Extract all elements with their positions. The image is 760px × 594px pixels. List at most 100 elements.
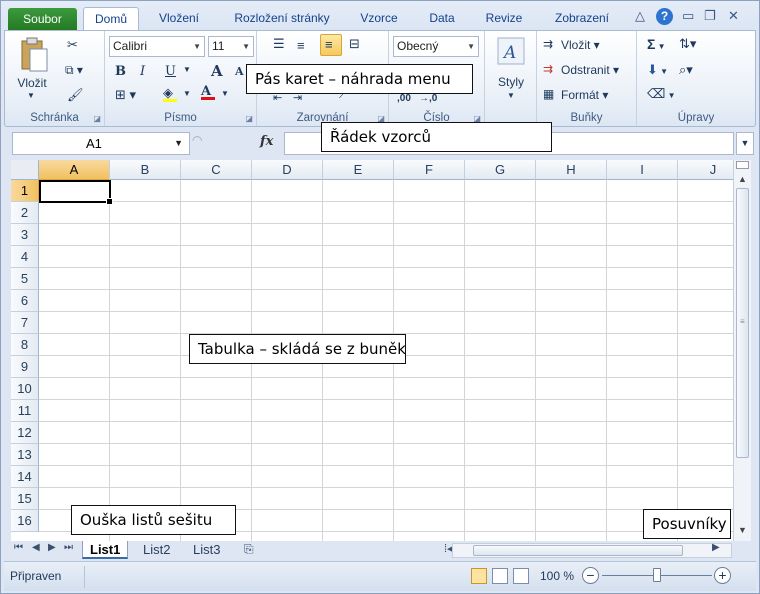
new-sheet-icon[interactable]: ⎘ — [244, 542, 254, 557]
styles-dropdown-icon[interactable]: ▼ — [507, 91, 515, 100]
align-bottom-button[interactable]: ≡ — [320, 34, 342, 56]
active-cell-a1[interactable] — [39, 180, 113, 205]
insert-function-button[interactable]: fx — [260, 134, 273, 149]
row-header-10[interactable]: 10 — [11, 378, 39, 400]
column-header-g[interactable]: G — [465, 160, 536, 180]
column-header-e[interactable]: E — [323, 160, 394, 180]
sheet-tab-list1[interactable]: List1 — [82, 541, 129, 559]
next-sheet-icon[interactable]: ▶ — [48, 542, 56, 553]
column-header-h[interactable]: H — [536, 160, 607, 180]
clear-icon[interactable]: ⌫ ▼ — [647, 86, 676, 102]
row-header-6[interactable]: 6 — [11, 290, 39, 312]
minimize-icon[interactable]: ▭ — [682, 8, 694, 24]
font-size-combo[interactable]: 11 ▼ — [208, 36, 254, 57]
tab-file[interactable]: Soubor — [8, 8, 77, 30]
borders-icon[interactable]: ⊞ ▾ — [115, 87, 136, 103]
prev-sheet-icon[interactable]: ◀ — [32, 542, 40, 553]
row-header-1[interactable]: 1 — [11, 180, 39, 202]
tab-formulas[interactable]: Vzorce — [353, 7, 405, 31]
scroll-down-icon[interactable]: ▼ — [734, 525, 751, 539]
last-sheet-icon[interactable]: ⏭ — [64, 542, 73, 553]
row-header-12[interactable]: 12 — [11, 422, 39, 444]
tab-data[interactable]: Data — [421, 7, 463, 31]
row-header-4[interactable]: 4 — [11, 246, 39, 268]
scroll-right-icon[interactable]: ▶ — [712, 542, 720, 553]
sheet-tab-list3[interactable]: List3 — [186, 541, 227, 559]
underline-button[interactable]: U — [165, 64, 176, 79]
select-all-corner[interactable] — [11, 160, 39, 180]
zoom-out-button[interactable]: − — [582, 567, 599, 584]
minimize-ribbon-icon[interactable]: △ — [635, 8, 645, 24]
format-cells-button[interactable]: Formát ▾ — [561, 88, 608, 102]
number-format-combo[interactable]: Obecný ▼ — [393, 36, 479, 57]
row-header-9[interactable]: 9 — [11, 356, 39, 378]
column-header-c[interactable]: C — [181, 160, 252, 180]
row-header-16[interactable]: 16 — [11, 510, 39, 532]
wrap-text-icon[interactable]: ⊟ — [349, 36, 360, 52]
font-color-dropdown-icon[interactable]: ▼ — [221, 89, 229, 98]
tab-home[interactable]: Domů — [83, 7, 139, 32]
paste-button[interactable]: Vložit — [13, 76, 51, 90]
horizontal-scrollbar[interactable] — [452, 543, 732, 558]
column-header-i[interactable]: I — [607, 160, 678, 180]
sheet-tab-list2[interactable]: List2 — [136, 541, 177, 559]
find-select-icon[interactable]: ⌕▾ — [679, 62, 693, 78]
row-header-14[interactable]: 14 — [11, 466, 39, 488]
split-box[interactable] — [736, 161, 749, 169]
font-color-icon[interactable]: A — [201, 84, 215, 100]
fill-color-icon[interactable]: ◈ — [163, 85, 177, 102]
delete-cells-button[interactable]: Odstranit ▾ — [561, 63, 619, 77]
grow-font-button[interactable]: A — [211, 62, 223, 80]
copy-icon[interactable]: ⧉ ▾ — [65, 63, 83, 78]
italic-button[interactable]: I — [140, 64, 145, 79]
row-header-15[interactable]: 15 — [11, 488, 39, 510]
vertical-scrollbar[interactable]: ▲ ≡ ▼ — [733, 160, 751, 541]
scroll-up-icon[interactable]: ▲ — [734, 172, 751, 186]
name-box[interactable]: A1 ▼ — [12, 132, 190, 155]
paste-icon[interactable] — [19, 37, 49, 73]
font-name-combo[interactable]: Calibri ▼ — [109, 36, 205, 57]
align-middle-icon[interactable]: ≡ — [297, 38, 305, 53]
normal-view-button[interactable] — [471, 568, 487, 584]
styles-button[interactable]: Styly — [489, 75, 533, 89]
restore-icon[interactable]: ❐ — [704, 8, 716, 24]
align-top-icon[interactable]: ☰ — [273, 36, 285, 52]
page-break-view-button[interactable] — [513, 568, 529, 584]
column-header-d[interactable]: D — [252, 160, 323, 180]
close-icon[interactable]: ✕ — [728, 8, 739, 24]
column-header-a[interactable]: A — [39, 160, 110, 180]
styles-icon[interactable]: A — [497, 37, 525, 65]
zoom-slider-thumb[interactable] — [653, 568, 661, 582]
zoom-level[interactable]: 100 % — [540, 569, 574, 583]
help-icon[interactable]: ? — [656, 8, 673, 25]
cut-icon[interactable]: ✂ — [67, 37, 78, 53]
tab-page-layout[interactable]: Rozložení stránky — [225, 7, 339, 31]
horizontal-scroll-thumb[interactable] — [473, 545, 683, 556]
decrease-decimal-button[interactable]: →,0 — [419, 93, 437, 104]
zoom-in-button[interactable]: + — [714, 567, 731, 584]
column-header-b[interactable]: B — [110, 160, 181, 180]
first-sheet-icon[interactable]: ⏮ — [14, 542, 23, 553]
column-header-j[interactable]: J — [678, 160, 733, 180]
format-painter-icon[interactable]: 🖌 — [67, 87, 84, 103]
tab-insert[interactable]: Vložení — [151, 7, 207, 31]
font-launcher-icon[interactable]: ◪ — [245, 114, 253, 123]
paste-dropdown-icon[interactable]: ▼ — [27, 91, 35, 100]
fill-down-icon[interactable]: ⬇ ▼ — [647, 62, 668, 78]
autosum-button[interactable]: Σ ▼ — [647, 36, 666, 52]
row-header-11[interactable]: 11 — [11, 400, 39, 422]
fill-dropdown-icon[interactable]: ▼ — [183, 89, 191, 98]
tab-review[interactable]: Revize — [479, 7, 529, 31]
column-header-f[interactable]: F — [394, 160, 465, 180]
row-header-2[interactable]: 2 — [11, 202, 39, 224]
sort-filter-icon[interactable]: ⇅▾ — [679, 36, 696, 52]
insert-cells-button[interactable]: Vložit ▾ — [561, 38, 600, 52]
shrink-font-button[interactable]: A — [235, 65, 244, 78]
row-header-7[interactable]: 7 — [11, 312, 39, 334]
tab-view[interactable]: Zobrazení — [545, 7, 619, 31]
row-header-8[interactable]: 8 — [11, 334, 39, 356]
expand-formula-icon[interactable]: ▼ — [736, 132, 754, 155]
row-header-5[interactable]: 5 — [11, 268, 39, 290]
row-header-13[interactable]: 13 — [11, 444, 39, 466]
bold-button[interactable]: B — [115, 64, 126, 79]
